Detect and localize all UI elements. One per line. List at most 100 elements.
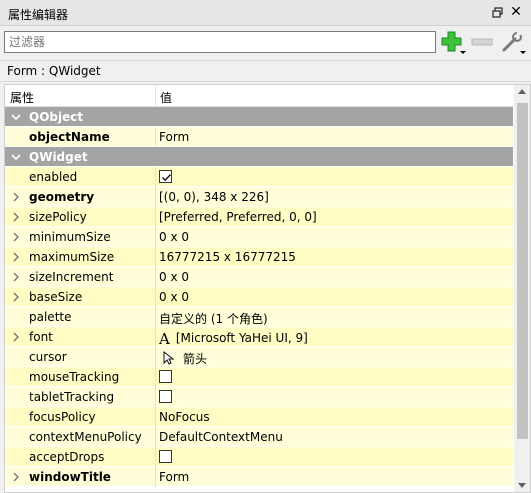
property-row[interactable]: objectName Form — [5, 127, 513, 147]
property-row[interactable]: contextMenuPolicy DefaultContextMenu — [5, 427, 513, 447]
property-name: contextMenuPolicy — [29, 430, 142, 444]
property-value[interactable]: [(0, 0), 348 x 226] — [159, 190, 269, 204]
property-group-row[interactable]: QObject — [5, 107, 513, 127]
column-divider — [155, 267, 156, 287]
property-row[interactable]: acceptDrops — [5, 447, 513, 467]
chevron-right-icon[interactable] — [11, 210, 21, 224]
property-value-text: NoFocus — [159, 410, 210, 424]
property-value[interactable]: 16777215 x 16777215 — [159, 250, 296, 264]
column-divider — [155, 327, 156, 347]
column-header-value[interactable]: 值 — [160, 89, 172, 106]
chevron-right-icon[interactable] — [11, 330, 21, 344]
property-value[interactable]: Form — [159, 470, 189, 484]
property-row[interactable]: focusPolicy NoFocus — [5, 407, 513, 427]
chevron-right-icon[interactable] — [11, 470, 21, 484]
property-value[interactable]: [Preferred, Preferred, 0, 0] — [159, 210, 317, 224]
column-divider — [155, 387, 156, 407]
column-divider — [155, 307, 156, 327]
chevron-down-icon[interactable] — [11, 110, 21, 124]
dock-title: 属性编辑器 — [8, 8, 69, 22]
property-name: palette — [29, 310, 72, 324]
property-row[interactable]: sizePolicy [Preferred, Preferred, 0, 0] — [5, 207, 513, 227]
chevron-down-icon[interactable] — [11, 150, 21, 164]
add-property-button[interactable] — [440, 30, 466, 54]
scroll-down-icon[interactable] — [518, 483, 526, 488]
property-value-text: [(0, 0), 348 x 226] — [159, 190, 269, 204]
property-name: sizeIncrement — [29, 270, 114, 284]
minus-icon — [471, 38, 493, 46]
property-value[interactable]: Form — [159, 130, 189, 144]
property-rows: QObject objectName Form QWidget enabled geome… — [5, 107, 513, 487]
group-name: QObject — [29, 110, 84, 124]
column-divider — [155, 127, 156, 147]
close-icon[interactable]: ✕ — [509, 4, 523, 20]
configure-button[interactable] — [500, 30, 526, 54]
property-row[interactable]: cursor 箭头 — [5, 347, 513, 367]
property-row[interactable]: windowTitle Form — [5, 467, 513, 487]
checkmark-icon — [162, 174, 172, 182]
property-name: enabled — [29, 170, 78, 184]
property-value-text: 箭头 — [183, 352, 208, 366]
scroll-up-icon[interactable] — [518, 89, 526, 94]
property-value-text: 0 x 0 — [159, 270, 189, 284]
property-row[interactable]: palette 自定义的 (1 个角色) — [5, 307, 513, 327]
property-name: sizePolicy — [29, 210, 87, 224]
property-row[interactable]: minimumSize 0 x 0 — [5, 227, 513, 247]
property-value-text: Form — [159, 130, 190, 144]
font-icon: A — [159, 330, 170, 348]
property-value[interactable]: 箭头 — [159, 350, 207, 367]
property-value[interactable]: DefaultContextMenu — [159, 430, 283, 444]
property-checkbox[interactable] — [159, 370, 172, 383]
property-value-text: 自定义的 (1 个角色) — [159, 312, 268, 326]
property-group-row[interactable]: QWidget — [5, 147, 513, 167]
property-checkbox[interactable] — [159, 170, 172, 183]
chevron-right-icon[interactable] — [11, 230, 21, 244]
chevron-right-icon[interactable] — [11, 250, 21, 264]
column-divider — [155, 227, 156, 247]
property-row[interactable]: baseSize 0 x 0 — [5, 287, 513, 307]
column-divider — [155, 467, 156, 487]
property-name: baseSize — [29, 290, 83, 304]
scrollbar-thumb[interactable] — [517, 103, 528, 439]
column-divider — [155, 407, 156, 427]
property-value[interactable]: 自定义的 (1 个角色) — [159, 310, 268, 327]
property-value[interactable]: A [Microsoft YaHei UI, 9] — [159, 330, 308, 348]
float-icon[interactable] — [491, 6, 505, 20]
column-header-property[interactable]: 属性 — [10, 89, 34, 106]
property-value-text: [Microsoft YaHei UI, 9] — [175, 331, 308, 345]
property-tree[interactable]: 属性 值 QObject objectName Form QWidget enabled… — [4, 84, 531, 493]
property-value-text: 0 x 0 — [159, 290, 189, 304]
chevron-right-icon[interactable] — [11, 270, 21, 284]
property-checkbox[interactable] — [159, 450, 172, 463]
property-value-text: [Preferred, Preferred, 0, 0] — [159, 210, 317, 224]
column-separator — [155, 85, 156, 107]
property-row[interactable]: enabled — [5, 167, 513, 187]
column-divider — [155, 447, 156, 467]
property-name: objectName — [29, 130, 110, 144]
tree-header: 属性 值 — [5, 85, 513, 107]
column-divider — [155, 167, 156, 187]
property-value[interactable]: 0 x 0 — [159, 290, 189, 304]
property-value[interactable]: 0 x 0 — [159, 270, 189, 284]
property-row[interactable]: font A [Microsoft YaHei UI, 9] — [5, 327, 513, 348]
object-class-label: Form : QWidget — [7, 64, 101, 78]
property-value[interactable]: 0 x 0 — [159, 230, 189, 244]
property-name: mouseTracking — [29, 370, 120, 384]
filter-input[interactable] — [4, 31, 436, 53]
property-name: focusPolicy — [29, 410, 96, 424]
property-row[interactable]: geometry [(0, 0), 348 x 226] — [5, 187, 513, 207]
vertical-scrollbar[interactable] — [514, 85, 530, 492]
property-value-text: DefaultContextMenu — [159, 430, 283, 444]
property-value[interactable]: NoFocus — [159, 410, 210, 424]
property-row[interactable]: sizeIncrement 0 x 0 — [5, 267, 513, 287]
property-row[interactable]: maximumSize 16777215 x 16777215 — [5, 247, 513, 267]
remove-property-button[interactable] — [470, 30, 494, 54]
property-row[interactable]: mouseTracking — [5, 367, 513, 387]
chevron-right-icon[interactable] — [11, 190, 21, 204]
property-name: tabletTracking — [29, 390, 115, 404]
chevron-right-icon[interactable] — [11, 290, 21, 304]
column-divider — [155, 247, 156, 267]
property-checkbox[interactable] — [159, 390, 172, 403]
property-row[interactable]: tabletTracking — [5, 387, 513, 407]
property-name: minimumSize — [29, 230, 111, 244]
